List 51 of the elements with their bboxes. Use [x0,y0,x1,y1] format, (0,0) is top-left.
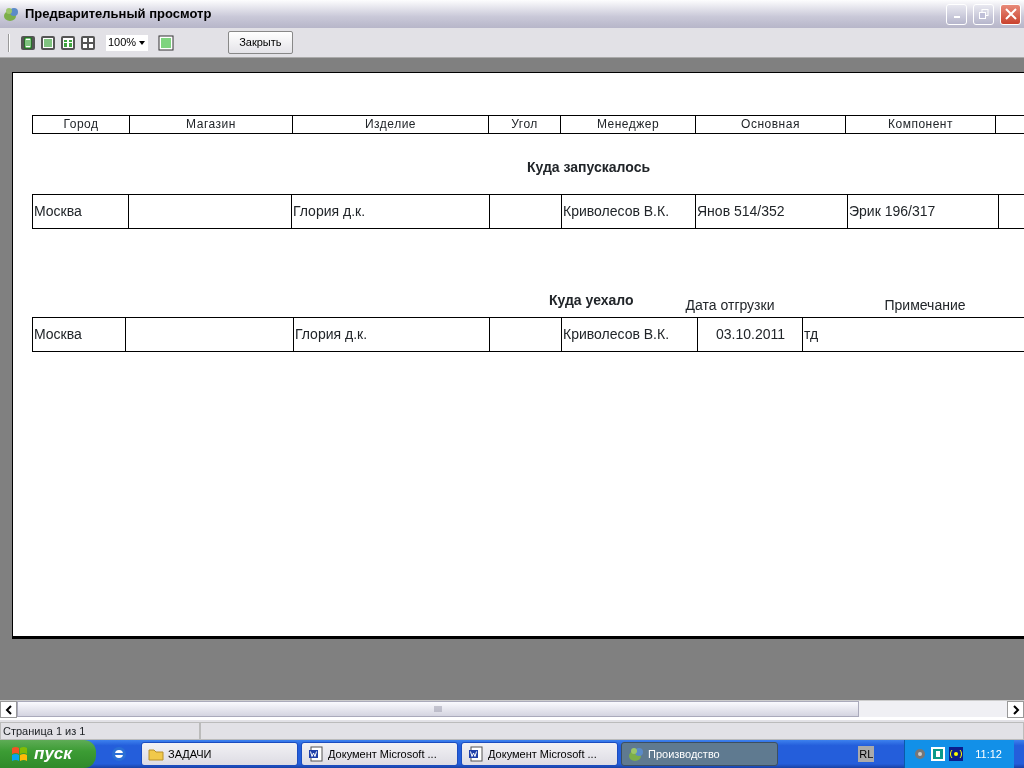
clock: 11:12 [975,746,1002,762]
table-cell: Криволесов В.К. [562,318,698,351]
scrollbar-thumb[interactable] [17,701,859,717]
taskbar-button[interactable]: Производство [621,742,778,766]
signal-icon[interactable] [949,747,964,761]
browser-icon[interactable] [110,745,128,763]
column-header: Магазин [130,116,293,133]
document-icon [468,746,484,762]
taskbar-button[interactable]: ЗАДАЧИ [141,742,298,766]
column-header: Компонент [846,116,996,133]
start-button[interactable]: пуск [0,740,96,768]
arrow-right-icon[interactable] [1011,704,1020,715]
status-text: Страница 1 из 1 [0,722,200,740]
column-header: Основная [696,116,846,133]
column-label: Дата отгрузки [685,296,775,315]
close-window-button[interactable] [1000,3,1021,25]
section-title: Куда уехало [549,291,634,310]
table-cell-text: тд [803,325,820,344]
table-view-icon[interactable] [60,34,76,51]
multi-page-icon[interactable] [80,34,96,51]
close-button[interactable]: Закрыть [228,31,293,54]
document-icon [308,746,324,762]
single-page-icon[interactable] [20,34,36,51]
page-width-icon[interactable] [40,34,56,51]
table-cell: Москва [33,318,126,351]
table-cell: Эрик 196/317 [848,195,999,228]
app-icon [628,746,644,762]
table-cell: 03.10.2011 [698,318,803,351]
table-cell: Глория д.к. [294,318,490,351]
caret-icon[interactable] [138,38,147,47]
table-cell: Глория д.к. [292,195,490,228]
close-icon[interactable] [1004,8,1017,20]
section-title: Куда запускалось [527,158,651,177]
column-header: Изделие [293,116,489,133]
column-header: Менеджер [561,116,696,133]
taskbar-button[interactable]: Документ Microsoft ... [461,742,618,766]
taskbar-button[interactable]: Документ Microsoft ... [301,742,458,766]
column-header: Город [33,116,130,133]
folder-icon [148,746,164,762]
arrow-left-icon[interactable] [4,704,13,715]
scroll-right-button[interactable] [1007,701,1024,718]
table-cell: Москва [33,195,129,228]
window-title: Предварительный просмотр [25,5,212,24]
table-cell: Криволесов В.К. [562,195,696,228]
column-label: Примечание [884,296,966,315]
column-header: Угол [489,116,561,133]
app-icon [3,6,19,22]
language-indicator[interactable]: RL [858,745,875,763]
zoom-dropdown[interactable]: 100% [106,34,149,51]
table-cell: Янов 514/352 [696,195,848,228]
scroll-left-button[interactable] [0,701,17,718]
